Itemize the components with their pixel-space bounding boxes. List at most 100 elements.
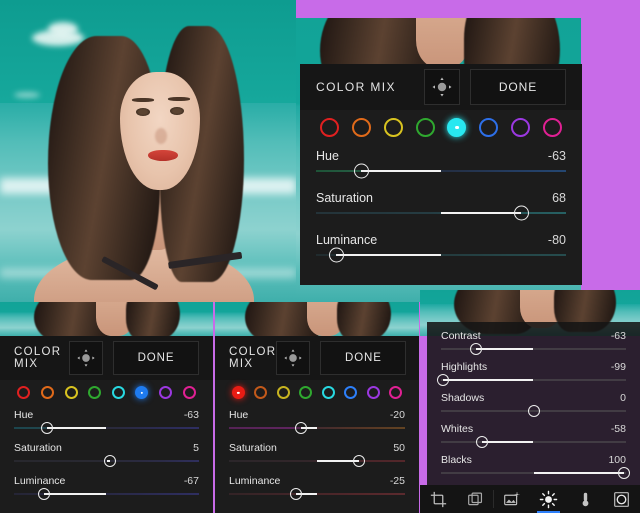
slider-knob[interactable] (353, 454, 366, 467)
slider-saturation[interactable]: Saturation 50 (229, 442, 405, 467)
tool-layers[interactable] (457, 485, 494, 513)
color-swatch-purple[interactable] (505, 118, 537, 137)
photo-eye (170, 107, 184, 115)
slider-knob[interactable] (289, 487, 302, 500)
slider-knob[interactable] (527, 404, 540, 417)
slider-track[interactable] (229, 487, 405, 500)
slider-value: -25 (389, 475, 405, 487)
target-picker-button[interactable] (424, 69, 460, 105)
slider-knob[interactable] (328, 247, 344, 263)
slider-track[interactable] (14, 421, 199, 434)
tool-light[interactable] (530, 485, 567, 513)
photo-brow (132, 98, 154, 102)
slider-knob[interactable] (37, 487, 50, 500)
slider-value: -58 (610, 423, 626, 435)
crop-icon (430, 491, 446, 507)
color-swatch-red[interactable] (227, 386, 250, 399)
color-swatch-cyan[interactable] (441, 118, 473, 137)
slider-knob[interactable] (618, 466, 631, 479)
slider-track[interactable] (229, 421, 405, 434)
slider-whites[interactable]: Whites -58 (441, 423, 626, 448)
color-mix-panel-main: COLOR MIX DONE Hue -63 Saturation 68 Luminan… (300, 64, 582, 285)
color-swatch-orange[interactable] (250, 386, 273, 399)
slider-knob[interactable] (104, 454, 117, 467)
done-button[interactable]: DONE (470, 69, 566, 105)
tool-crop[interactable] (420, 485, 457, 513)
slider-header: Luminance -80 (316, 233, 566, 247)
slider-header: Luminance -25 (229, 475, 405, 487)
slider-track[interactable] (316, 247, 566, 263)
swatch-ring-icon (64, 386, 78, 399)
done-button[interactable]: DONE (320, 341, 407, 375)
color-swatch-orange[interactable] (346, 118, 378, 137)
color-swatch-yellow[interactable] (378, 118, 410, 137)
slider-header: Hue -63 (316, 149, 566, 163)
color-swatch-orange[interactable] (36, 386, 60, 399)
color-swatch-row (215, 380, 419, 407)
color-swatch-cyan[interactable] (317, 386, 340, 399)
slider-knob[interactable] (513, 205, 529, 221)
slider-knob[interactable] (41, 421, 54, 434)
slider-knob[interactable] (470, 342, 483, 355)
done-button[interactable]: DONE (113, 341, 199, 375)
slider-track[interactable] (441, 404, 626, 417)
slider-saturation[interactable]: Saturation 68 (316, 191, 566, 221)
color-swatch-magenta[interactable] (536, 118, 568, 137)
slider-track[interactable] (441, 466, 631, 479)
color-swatch-green[interactable] (295, 386, 318, 399)
bottom-toolbar (420, 485, 640, 513)
color-swatch-green[interactable] (83, 386, 107, 399)
slider-track[interactable] (229, 454, 405, 467)
color-mix-panel-mid: COLOR MIX DONE Hue -20 Saturation 50 Luminan… (215, 336, 419, 513)
slider-header: Luminance -67 (14, 475, 199, 487)
slider-contrast[interactable]: Contrast -63 (441, 330, 626, 355)
slider-track[interactable] (316, 163, 566, 179)
tool-effects[interactable] (493, 485, 530, 513)
slider-blacks[interactable]: Blacks 100 (441, 454, 631, 479)
color-swatch-green[interactable] (409, 118, 441, 137)
slider-track-base (441, 348, 626, 349)
slider-track[interactable] (14, 454, 199, 467)
slider-track[interactable] (14, 487, 199, 500)
slider-track-base (441, 441, 626, 442)
color-swatch-purple[interactable] (362, 386, 385, 399)
target-picker-button[interactable] (276, 341, 311, 375)
slider-hue[interactable]: Hue -20 (229, 409, 405, 434)
tool-detail[interactable] (603, 485, 640, 513)
slider-hue[interactable]: Hue -63 (316, 149, 566, 179)
tool-color[interactable] (567, 485, 604, 513)
color-swatch-magenta[interactable] (177, 386, 201, 399)
slider-track[interactable] (441, 435, 626, 448)
slider-saturation[interactable]: Saturation 5 (14, 442, 199, 467)
slider-label: Hue (229, 409, 249, 421)
slider-knob[interactable] (353, 163, 369, 179)
slider-track[interactable] (436, 373, 626, 386)
color-swatch-yellow[interactable] (59, 386, 83, 399)
panel-header: COLOR MIX DONE (300, 64, 582, 110)
slider-value: -99 (610, 361, 626, 373)
color-swatch-cyan[interactable] (107, 386, 131, 399)
slider-luminance[interactable]: Luminance -25 (229, 475, 405, 500)
slider-hue[interactable]: Hue -63 (14, 409, 199, 434)
slider-luminance[interactable]: Luminance -80 (316, 233, 566, 263)
color-swatch-yellow[interactable] (272, 386, 295, 399)
color-swatch-magenta[interactable] (385, 386, 408, 399)
color-swatch-blue[interactable] (473, 118, 505, 137)
color-swatch-blue[interactable] (130, 386, 154, 399)
slider-knob[interactable] (295, 421, 308, 434)
target-picker-button[interactable] (69, 341, 103, 375)
panel-title: COLOR MIX (316, 80, 396, 94)
slider-label: Blacks (441, 454, 472, 466)
slider-highlights[interactable]: Highlights -99 (436, 361, 626, 386)
slider-luminance[interactable]: Luminance -67 (14, 475, 199, 500)
slider-knob[interactable] (475, 435, 488, 448)
color-swatch-purple[interactable] (154, 386, 178, 399)
slider-track[interactable] (316, 205, 566, 221)
slider-shadows[interactable]: Shadows 0 (441, 392, 626, 417)
color-swatch-red[interactable] (314, 118, 346, 137)
slider-knob[interactable] (436, 373, 449, 386)
color-swatch-red[interactable] (12, 386, 36, 399)
color-swatch-blue[interactable] (340, 386, 363, 399)
slider-track[interactable] (441, 342, 626, 355)
panel-header: COLOR MIX DONE (215, 336, 419, 380)
